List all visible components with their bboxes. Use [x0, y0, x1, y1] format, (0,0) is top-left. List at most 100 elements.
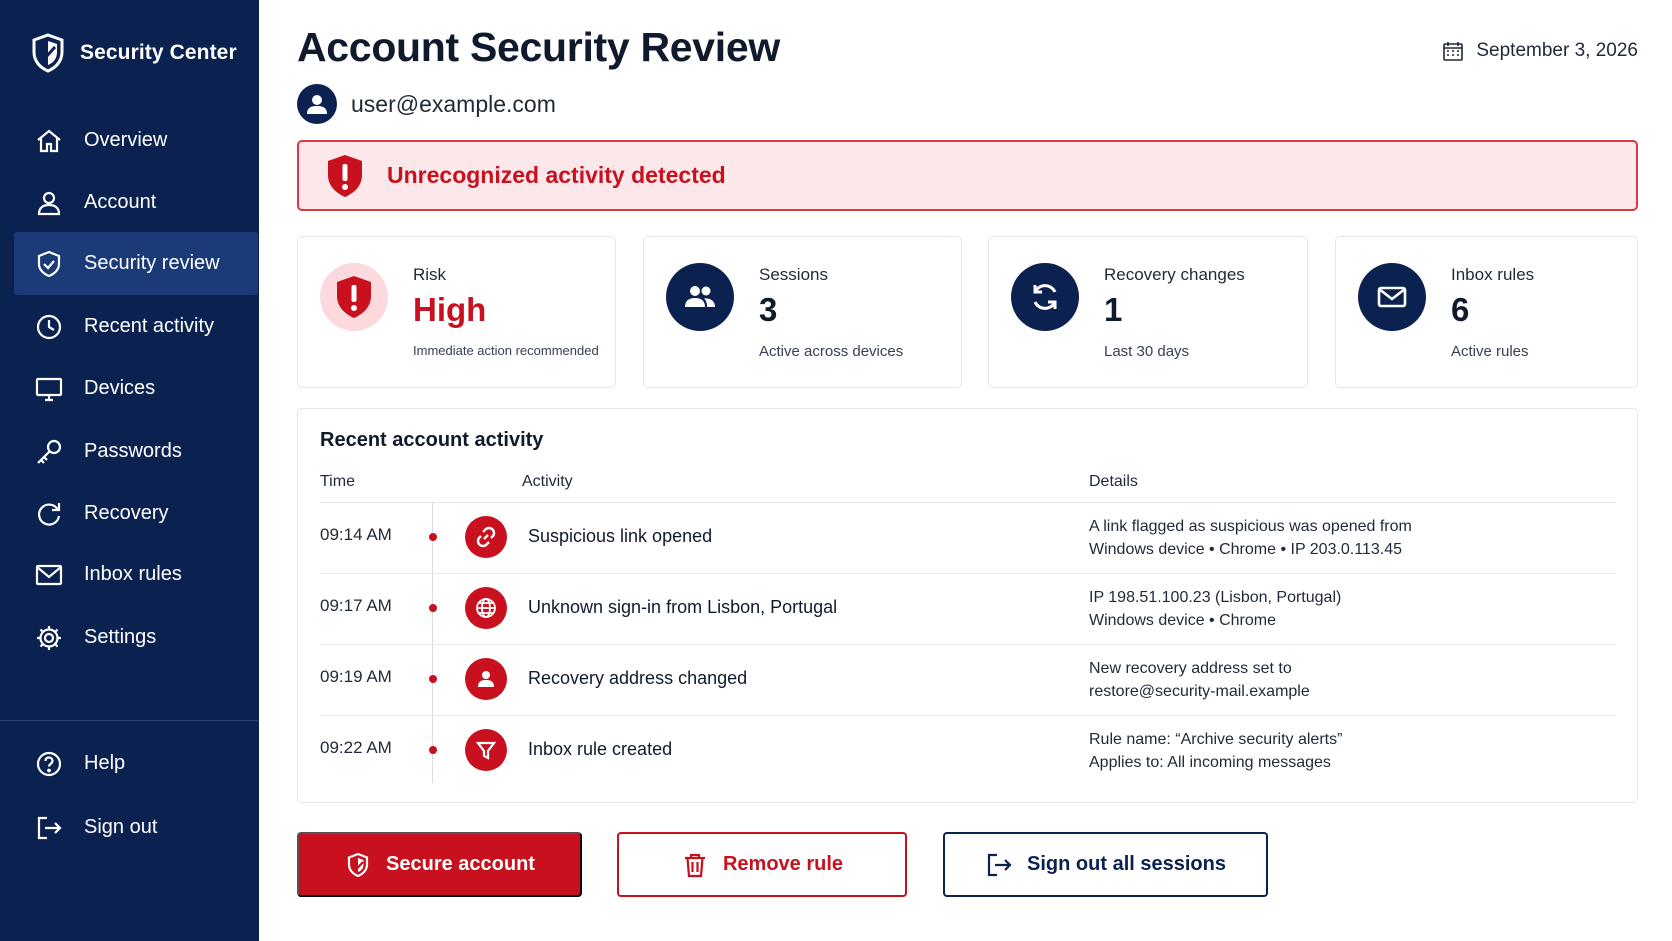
sidebar-item-inbox-rules[interactable]: Inbox rules	[14, 543, 258, 606]
secure-account-button[interactable]: Secure account	[297, 832, 582, 897]
sign-out-icon	[987, 853, 1012, 876]
row-icon-circle	[465, 587, 507, 629]
stat-label: Sessions	[759, 265, 828, 284]
stat-subtext: Active across devices	[759, 343, 904, 360]
filter-icon	[475, 741, 497, 760]
stat-value: 3	[759, 291, 778, 328]
sidebar-item-label: Settings	[84, 626, 157, 648]
column-header-activity: Activity	[522, 473, 573, 490]
timeline-dot	[429, 746, 437, 754]
stat-card-inbox-rules: Inbox rules 6 Active rules	[1335, 236, 1638, 388]
sidebar-item-devices[interactable]: Devices	[14, 357, 258, 420]
remove-rule-button[interactable]: Remove rule	[617, 832, 907, 897]
row-details-line: Applies to: All incoming messages	[1089, 754, 1331, 771]
table-row[interactable]: 09:22 AM Inbox rule created Rule name: “…	[298, 716, 1639, 787]
row-details-line: Windows device • Chrome • IP 203.0.113.4…	[1089, 541, 1402, 558]
row-activity: Suspicious link opened	[528, 526, 713, 546]
stat-subtext: Immediate action recommended	[413, 343, 599, 358]
sidebar-item-label: Account	[84, 191, 157, 213]
row-details-line: restore@security-mail.example	[1089, 683, 1310, 700]
alert-text: Unrecognized activity detected	[387, 162, 726, 188]
table-row[interactable]: 09:14 AM Suspicious link opened A link f…	[298, 503, 1639, 574]
gear-icon	[37, 625, 61, 650]
table-row[interactable]: 09:17 AM Unknown sign-in from Lisbon, Po…	[298, 574, 1639, 645]
table-row[interactable]: 09:19 AM Recovery address changed New re…	[298, 645, 1639, 716]
stat-value: High	[413, 291, 487, 328]
link-icon	[476, 526, 496, 548]
stat-value: 6	[1451, 291, 1470, 328]
sidebar: Security Center Overview Account Securit…	[0, 0, 259, 941]
sidebar-item-label: Security review	[84, 252, 220, 274]
button-label: Sign out all sessions	[1027, 853, 1226, 875]
sidebar-item-label: Devices	[84, 377, 156, 399]
row-details: New recovery address set to restore@secu…	[1089, 657, 1310, 703]
row-details-line: New recovery address set to	[1089, 660, 1292, 677]
stat-label: Risk	[413, 265, 447, 284]
stat-value: 1	[1104, 291, 1123, 328]
risk-icon-circle	[320, 263, 388, 331]
sidebar-item-account[interactable]: Account	[14, 171, 258, 234]
users-icon	[685, 286, 715, 307]
sidebar-item-security-review[interactable]: Security review	[14, 232, 258, 295]
sidebar-item-help[interactable]: Help	[14, 732, 258, 795]
stat-card-risk: Risk High Immediate action recommended	[297, 236, 616, 388]
row-icon-circle	[465, 658, 507, 700]
sidebar-item-settings[interactable]: Settings	[14, 606, 258, 669]
sidebar-item-sign-out[interactable]: Sign out	[14, 796, 258, 859]
shield-alert-icon	[328, 154, 362, 197]
row-time: 09:22 AM	[320, 738, 392, 757]
row-time: 09:19 AM	[320, 667, 392, 686]
row-details-line: Rule name: “Archive security alerts”	[1089, 731, 1343, 748]
sign-out-all-sessions-button[interactable]: Sign out all sessions	[943, 832, 1268, 897]
shield-alert-icon	[337, 276, 371, 318]
sidebar-item-label: Inbox rules	[84, 563, 182, 585]
sidebar-item-recovery[interactable]: Recovery	[14, 482, 258, 545]
sessions-icon-circle	[666, 263, 734, 331]
sidebar-item-recent-activity[interactable]: Recent activity	[14, 295, 258, 358]
row-details-line: Windows device • Chrome	[1089, 612, 1276, 629]
row-icon-circle	[465, 516, 507, 558]
row-details: A link flagged as suspicious was opened …	[1089, 515, 1412, 561]
row-activity: Unknown sign-in from Lisbon, Portugal	[528, 597, 838, 617]
shield-check-icon	[32, 33, 64, 73]
sidebar-item-label: Recovery	[84, 502, 169, 524]
brand[interactable]: Security Center	[30, 32, 237, 74]
user-icon	[478, 671, 494, 687]
user-icon	[307, 95, 327, 114]
shield-check-icon	[37, 250, 61, 277]
timeline-dot	[429, 533, 437, 541]
row-icon-circle	[465, 729, 507, 771]
avatar	[297, 84, 337, 124]
trash-icon	[684, 853, 705, 877]
refresh-icon	[38, 502, 61, 526]
stat-card-sessions: Sessions 3 Active across devices	[643, 236, 962, 388]
user-email: user@example.com	[351, 90, 556, 117]
row-activity: Inbox rule created	[528, 739, 673, 759]
shield-check-icon	[347, 852, 369, 877]
activity-title: Recent account activity	[320, 429, 544, 451]
recovery-icon-circle	[1011, 263, 1079, 331]
mail-icon	[35, 564, 63, 585]
stat-label: Inbox rules	[1451, 265, 1535, 284]
sidebar-item-passwords[interactable]: Passwords	[14, 420, 258, 483]
row-time: 09:14 AM	[320, 525, 392, 544]
column-header-time: Time	[320, 473, 355, 490]
stat-card-recovery-changes: Recovery changes 1 Last 30 days	[988, 236, 1308, 388]
button-label: Remove rule	[722, 853, 844, 875]
mail-icon	[1377, 286, 1407, 308]
home-icon	[37, 129, 61, 152]
sidebar-item-overview[interactable]: Overview	[14, 109, 258, 172]
refresh-icon	[1033, 284, 1057, 310]
sidebar-item-label: Overview	[84, 129, 168, 151]
sign-out-icon	[37, 816, 62, 839]
stat-subtext: Active rules	[1451, 343, 1529, 360]
row-time: 09:17 AM	[320, 596, 392, 615]
stat-subtext: Last 30 days	[1104, 343, 1190, 360]
sidebar-item-label: Passwords	[84, 440, 182, 462]
row-details: IP 198.51.100.23 (Lisbon, Portugal) Wind…	[1089, 586, 1341, 632]
recent-activity-panel: Recent account activity Time Activity De…	[297, 408, 1638, 803]
row-details-line: A link flagged as suspicious was opened …	[1089, 518, 1412, 535]
date-text: September 3, 2026	[1476, 40, 1638, 61]
calendar-icon	[1443, 42, 1464, 61]
timeline-dot	[429, 604, 437, 612]
